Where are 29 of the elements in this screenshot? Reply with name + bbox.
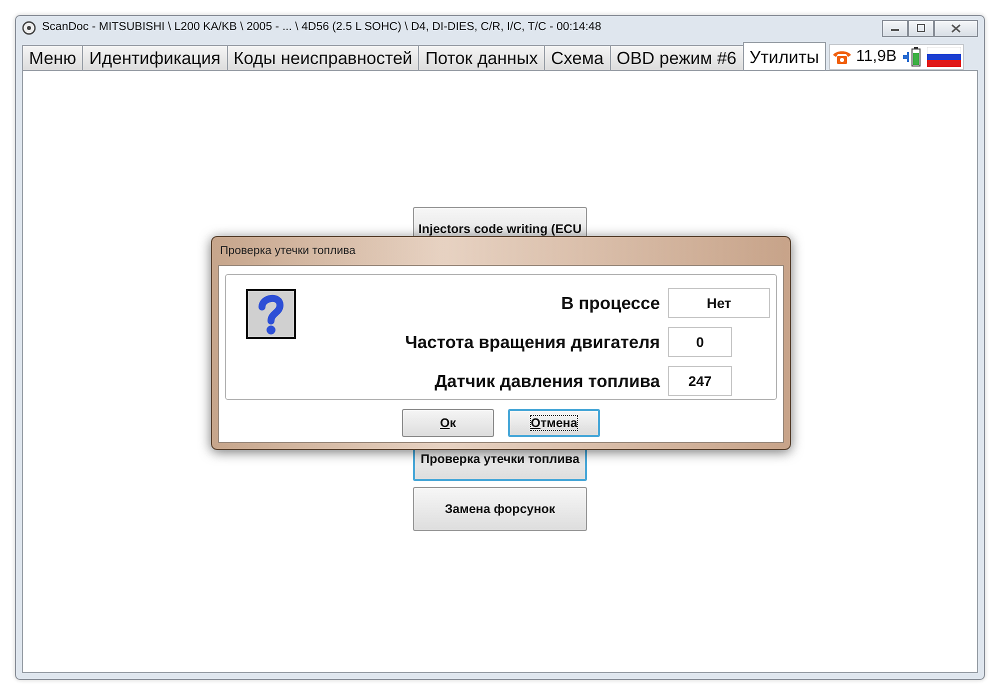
value-field: Нет [668, 288, 770, 318]
close-icon [951, 24, 961, 32]
tab[interactable]: OBD режим #6 [610, 45, 744, 70]
field-label: Датчик давления топлива [434, 370, 662, 394]
dialog-title: Проверка утечки топлива [219, 244, 357, 259]
window-title: ScanDoc - MITSUBISHI \ L200 KA/KB \ 2005 - ... \ 4D56 (2.5 L SOHC) \ D4, DI-DIES, C/R, I/C, T/C - 00:14:48 [42, 20, 602, 36]
tab[interactable]: Меню [22, 45, 84, 70]
tab[interactable]: Идентификация [82, 45, 228, 70]
flag-icon [926, 47, 961, 67]
maximize-icon [916, 24, 926, 32]
battery-plug-icon [900, 47, 923, 67]
phone-icon [832, 49, 852, 65]
field-label: В процессе [560, 292, 661, 315]
tab[interactable]: Коды неисправностей [226, 45, 420, 70]
app-icon [22, 21, 36, 35]
tab[interactable]: Схема [544, 45, 611, 70]
field-label: Частота вращения двигателя [404, 330, 661, 354]
dialog-button[interactable]: Отмена [508, 409, 600, 437]
value-field: 0 [668, 326, 732, 357]
tab[interactable]: Поток данных [418, 45, 545, 70]
value-field: 247 [668, 366, 732, 396]
dialog-button[interactable]: Ок [402, 409, 494, 437]
utility-button[interactable]: Замена форсунок [413, 487, 587, 531]
voltage-text: 11,9В [856, 47, 897, 67]
tab[interactable]: Утилиты [742, 42, 826, 70]
close-button[interactable] [934, 20, 978, 36]
maximize-button[interactable] [908, 20, 934, 36]
question-icon [246, 289, 296, 339]
minimize-button[interactable] [882, 20, 908, 36]
